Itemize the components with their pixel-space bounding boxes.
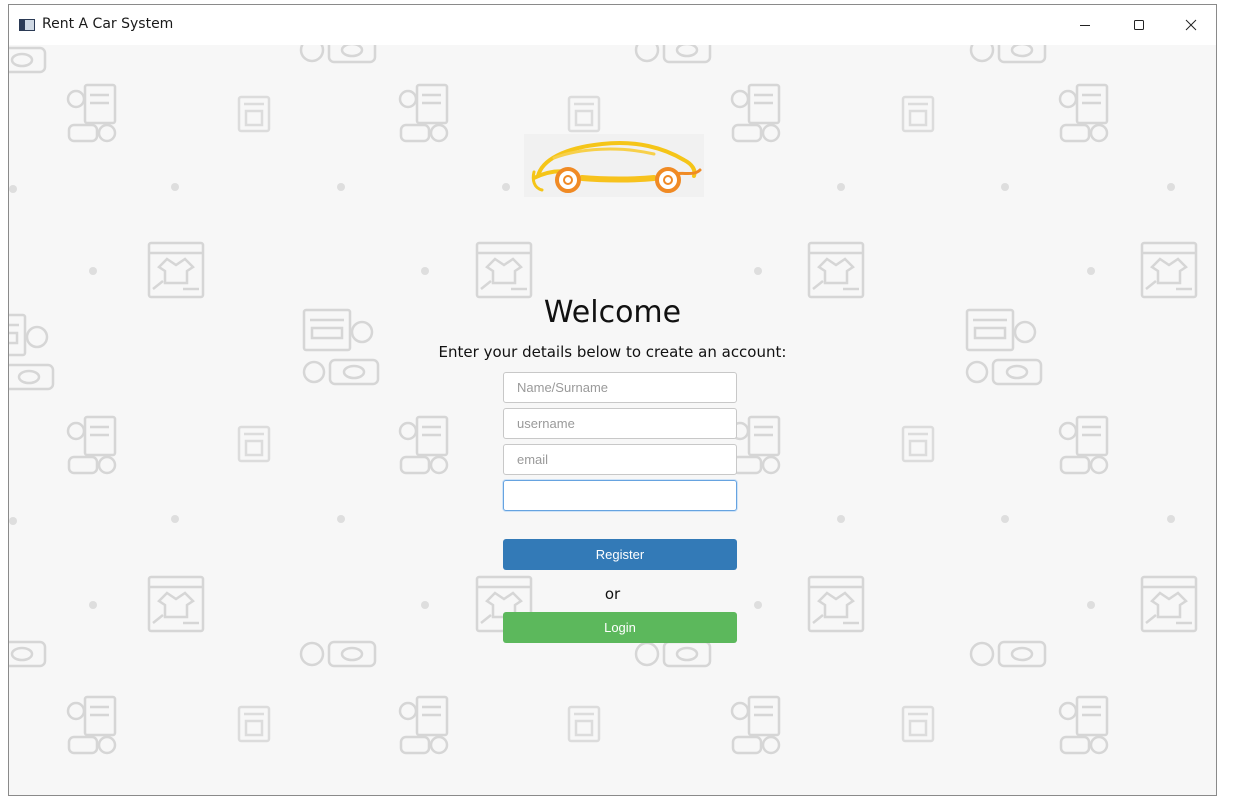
page-title: Welcome — [543, 295, 682, 330]
login-button[interactable]: Login — [503, 612, 737, 643]
close-button[interactable] — [1168, 5, 1214, 45]
form-subtitle: Enter your details below to create an ac… — [438, 343, 787, 361]
username-input[interactable] — [503, 408, 737, 439]
car-logo — [524, 134, 704, 197]
window-title: Rent A Car System — [42, 16, 174, 32]
app-window-icon — [19, 19, 35, 31]
name-surname-input[interactable] — [503, 372, 737, 403]
or-separator: or — [604, 585, 621, 603]
password-input[interactable] — [503, 480, 737, 511]
register-button[interactable]: Register — [503, 539, 737, 570]
app-window: Rent A Car System Welcome Enter your det… — [8, 4, 1217, 796]
close-icon — [1185, 19, 1197, 31]
minimize-icon — [1080, 25, 1090, 26]
register-view: Welcome Enter your details below to crea… — [9, 45, 1216, 795]
email-input[interactable] — [503, 444, 737, 475]
title-bar[interactable]: Rent A Car System — [9, 5, 1216, 45]
maximize-button[interactable] — [1116, 5, 1162, 45]
car-logo-icon — [531, 140, 702, 193]
maximize-icon — [1134, 20, 1144, 30]
minimize-button[interactable] — [1062, 5, 1108, 45]
